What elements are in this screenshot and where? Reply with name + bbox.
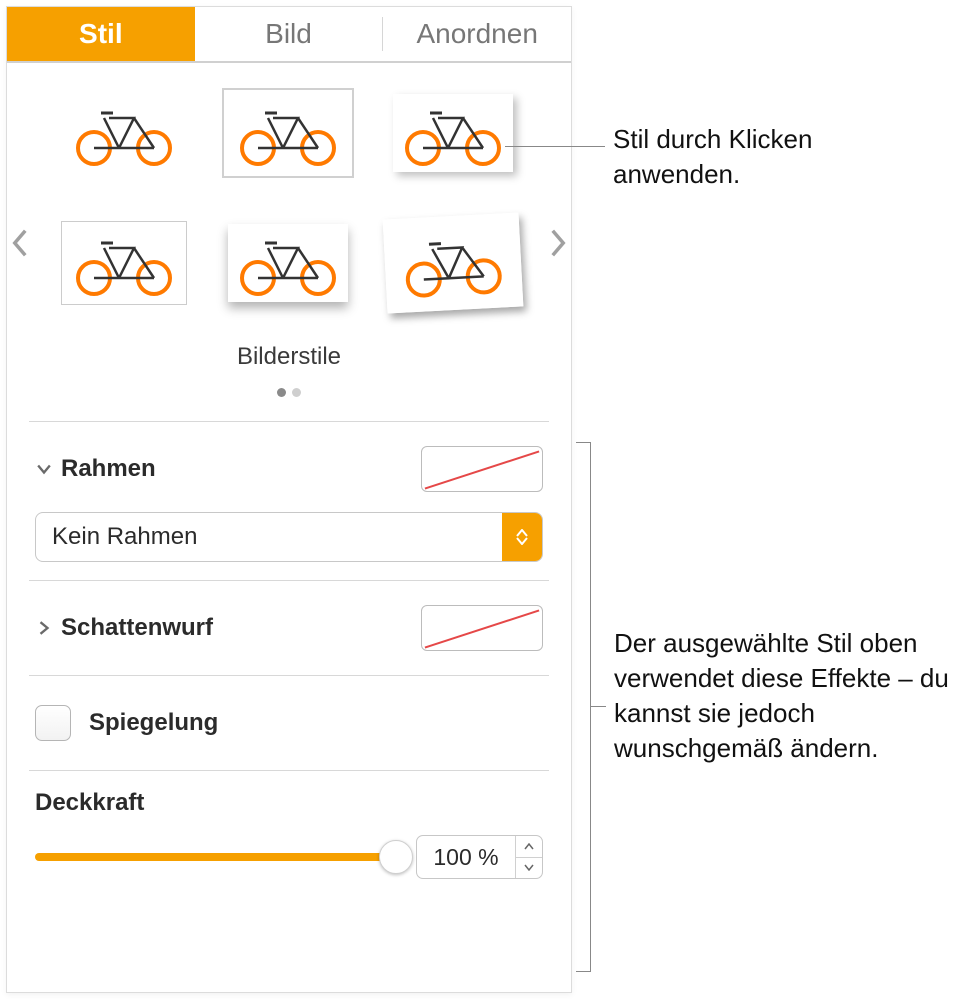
callout-leader (505, 146, 605, 147)
styles-prev-button[interactable] (5, 223, 35, 263)
deckkraft-value: 100 % (417, 836, 515, 878)
bike-icon (396, 225, 510, 301)
image-styles-area: Bilderstile (7, 63, 571, 403)
chevron-down-icon (37, 462, 51, 476)
deckkraft-slider[interactable] (35, 842, 396, 872)
callout-bracket (576, 442, 591, 972)
rahmen-select-value: Kein Rahmen (36, 523, 502, 551)
rahmen-label: Rahmen (61, 455, 156, 483)
bike-icon (69, 98, 179, 168)
stepper-up[interactable] (516, 836, 542, 858)
schatten-label: Schattenwurf (61, 614, 213, 642)
chevron-up-icon (524, 843, 534, 850)
style-thumb-5[interactable] (221, 223, 355, 303)
schatten-swatch-none[interactable] (421, 605, 543, 651)
bike-icon (233, 228, 343, 298)
spiegelung-checkbox[interactable] (35, 705, 71, 741)
rahmen-swatch-none[interactable] (421, 446, 543, 492)
spiegelung-label: Spiegelung (89, 709, 218, 737)
chevron-left-icon (11, 229, 29, 257)
style-thumb-1[interactable] (57, 93, 191, 173)
deckkraft-value-field[interactable]: 100 % (416, 835, 543, 879)
bike-icon (398, 98, 508, 168)
styles-next-button[interactable] (543, 223, 573, 263)
tab-bild[interactable]: Bild (195, 7, 383, 61)
format-panel: Stil Bild Anordnen (6, 6, 572, 993)
style-thumb-4[interactable] (57, 223, 191, 303)
page-dots[interactable] (27, 377, 551, 403)
stepper-down[interactable] (516, 858, 542, 879)
callout-leader-2 (590, 706, 606, 707)
style-thumb-3[interactable] (385, 93, 521, 173)
page-dot-1[interactable] (277, 388, 286, 397)
image-styles-title: Bilderstile (27, 343, 551, 371)
tab-anordnen[interactable]: Anordnen (383, 7, 571, 61)
deckkraft-label: Deckkraft (35, 789, 543, 817)
disclosure-rahmen[interactable] (35, 460, 53, 478)
style-thumb-6[interactable] (385, 223, 521, 303)
select-stepper-icon (502, 513, 542, 561)
rahmen-select[interactable]: Kein Rahmen (35, 512, 543, 562)
chevron-right-icon (37, 621, 51, 635)
style-thumb-2[interactable] (221, 93, 355, 173)
disclosure-schatten[interactable] (35, 619, 53, 637)
chevron-down-icon (524, 864, 534, 871)
page-dot-2[interactable] (292, 388, 301, 397)
format-tabs: Stil Bild Anordnen (7, 7, 571, 63)
slider-knob[interactable] (379, 840, 413, 874)
bike-icon (233, 98, 343, 168)
callout-effects: Der ausgewählte Stil oben verwendet dies… (614, 626, 964, 766)
tab-stil[interactable]: Stil (7, 7, 195, 61)
callout-apply-style: Stil durch Klicken anwenden. (613, 122, 943, 192)
bike-icon (69, 228, 179, 298)
chevron-right-icon (549, 229, 567, 257)
